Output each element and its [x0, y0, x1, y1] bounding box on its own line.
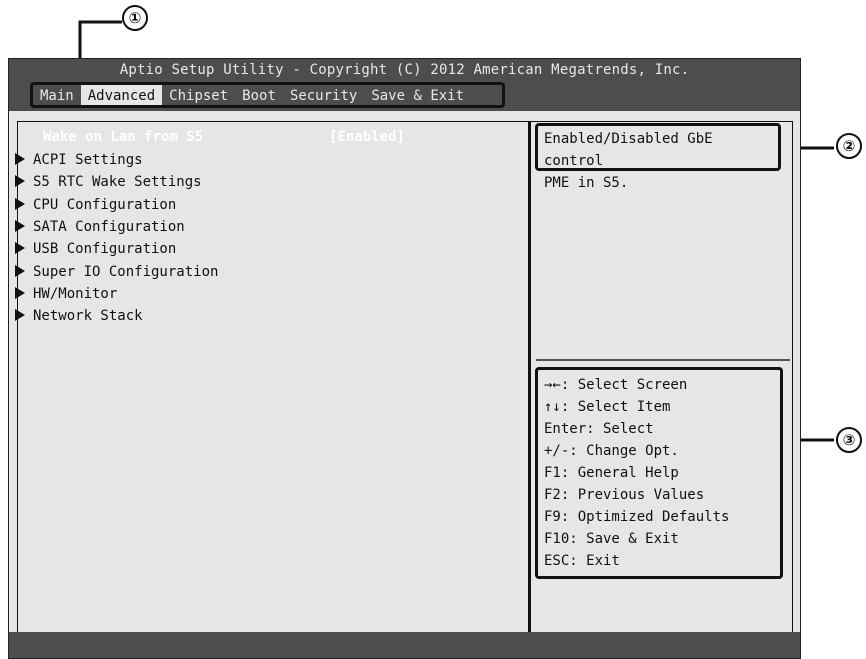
submenu-arrow-icon — [15, 153, 25, 165]
key-legend-line: ↑↓: Select Item — [544, 399, 671, 415]
key-legend-line: F2: Previous Values — [544, 487, 705, 503]
submenu-item[interactable]: HW/Monitor — [15, 285, 117, 303]
submenu-item-label: Network Stack — [33, 308, 143, 325]
menu-tab-boot[interactable]: Boot — [235, 85, 283, 107]
submenu-item-label: HW/Monitor — [33, 285, 118, 302]
submenu-item-label: USB Configuration — [33, 241, 177, 258]
key-legend-line: →←: Select Screen — [544, 377, 688, 393]
key-legend-line: Enter: Select — [544, 421, 654, 437]
menu-tab-security[interactable]: Security — [283, 85, 364, 107]
submenu-item-label: ACPI Settings — [33, 152, 143, 168]
submenu-item-label: SATA Configuration — [33, 218, 185, 235]
menu-tab-advanced[interactable]: Advanced — [80, 85, 163, 107]
key-legend-line: F1: General Help — [544, 465, 679, 481]
submenu-item[interactable]: USB Configuration — [15, 240, 176, 258]
help-divider — [536, 359, 790, 361]
key-legend-line: ESC: Exit — [544, 553, 620, 569]
wake-on-lan-value[interactable]: [Enabled] — [329, 129, 405, 145]
menu-tab-save-exit[interactable]: Save & Exit — [364, 85, 471, 107]
submenu-arrow-icon — [15, 264, 25, 277]
submenu-arrow-icon — [15, 286, 25, 299]
submenu-arrow-icon — [15, 219, 25, 232]
submenu-arrow-icon — [15, 309, 25, 322]
submenu-item[interactable]: Super IO Configuration — [15, 263, 218, 281]
key-legend-line: F9: Optimized Defaults — [544, 509, 730, 525]
title-bar: Aptio Setup Utility - Copyright (C) 2012… — [9, 59, 800, 111]
key-legend-line: F10: Save & Exit — [544, 531, 679, 547]
bios-setup-window: Aptio Setup Utility - Copyright (C) 2012… — [8, 58, 801, 659]
submenu-item[interactable]: SATA Configuration — [15, 218, 185, 236]
item-help-text: Enabled/Disabled GbE control PME in S5. — [535, 123, 781, 191]
submenu-arrow-icon — [15, 175, 25, 188]
bottom-bar — [9, 632, 800, 658]
submenu-item-label: S5 RTC Wake Settings — [33, 174, 202, 191]
menu-tab-main[interactable]: Main — [33, 85, 81, 107]
submenu-item[interactable]: S5 RTC Wake Settings — [15, 173, 202, 191]
submenu-item-label: Super IO Configuration — [33, 263, 219, 280]
menu-bar: Main Advanced Chipset Boot Security Save & Ex… — [33, 84, 471, 108]
help-line-1: Enabled/Disabled GbE control — [544, 131, 722, 169]
submenu-arrow-icon — [15, 242, 25, 255]
key-legend-line: +/-: Change Opt. — [544, 443, 679, 459]
submenu-arrow-icon — [15, 197, 25, 210]
menu-tab-chipset[interactable]: Chipset — [162, 85, 235, 107]
callout-1: ① — [122, 5, 148, 31]
submenu-item-label: CPU Configuration — [33, 196, 177, 213]
wake-on-lan-label[interactable]: Wake on Lan from S5 — [43, 129, 203, 145]
submenu-item[interactable]: Network Stack — [15, 307, 143, 325]
help-line-2: PME in S5. — [544, 175, 629, 191]
submenu-item[interactable]: CPU Configuration — [15, 196, 176, 214]
callout-3: ③ — [836, 427, 862, 453]
key-legend: →←: Select Screen ↑↓: Select Item Enter: S… — [535, 367, 783, 579]
submenu-item[interactable]: ACPI Settings — [15, 151, 143, 169]
window-title: Aptio Setup Utility - Copyright (C) 2012… — [119, 62, 690, 78]
callout-2: ② — [836, 133, 862, 159]
